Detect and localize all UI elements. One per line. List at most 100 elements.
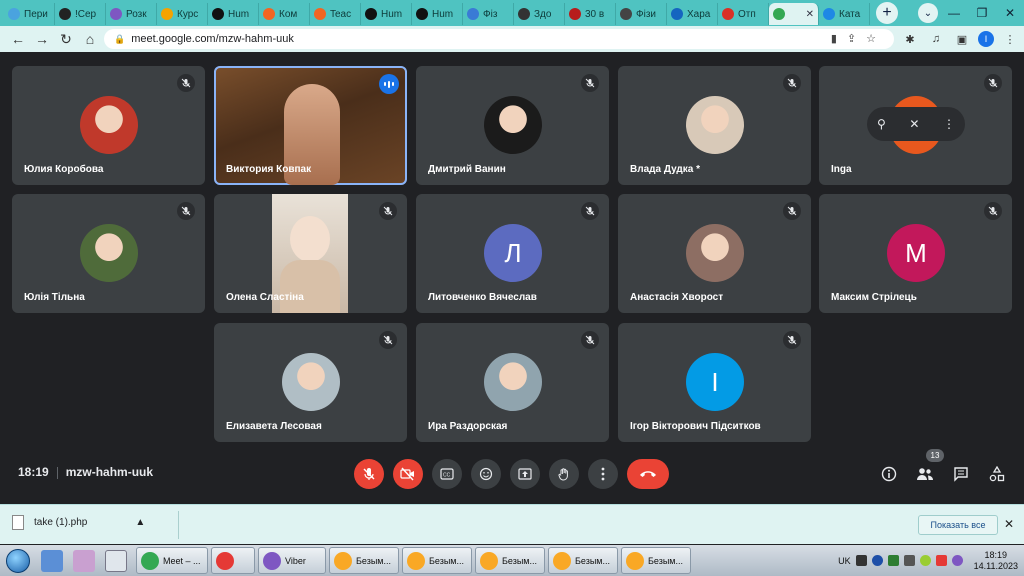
- participant-tile[interactable]: Дмитрий Ванин: [416, 66, 609, 185]
- mute-participant-icon[interactable]: ✕: [909, 117, 919, 131]
- side-panel-icon[interactable]: ▣: [952, 29, 972, 49]
- network-icon[interactable]: [919, 555, 931, 566]
- browser-tab[interactable]: Фізи: [616, 3, 667, 25]
- browser-tab[interactable]: 30 в: [565, 3, 616, 25]
- participant-tile[interactable]: Л Литовченко Вячеслав: [416, 194, 609, 313]
- camera-icon[interactable]: ▮: [831, 32, 837, 45]
- chat-button[interactable]: [949, 462, 973, 486]
- browser-tab[interactable]: ✕: [769, 3, 819, 25]
- browser-tab[interactable]: Teac: [310, 3, 361, 25]
- participant-tile[interactable]: Юлия Коробова: [12, 66, 205, 185]
- taskbar-app-button[interactable]: Безым...: [402, 547, 472, 574]
- participant-tile[interactable]: М Максим Стрілець: [819, 194, 1012, 313]
- reload-button[interactable]: ↻: [54, 27, 78, 51]
- language-indicator[interactable]: UK: [838, 556, 851, 566]
- taskbar-app-button[interactable]: Безым...: [548, 547, 618, 574]
- profile-avatar[interactable]: I: [978, 31, 994, 47]
- taskbar-app-button[interactable]: Meet – ...: [136, 547, 208, 574]
- participant-count-badge: 13: [926, 449, 944, 462]
- bookmark-star-icon[interactable]: ☆: [866, 32, 876, 45]
- forward-button[interactable]: →: [30, 27, 54, 51]
- chrome-menu-icon[interactable]: ⋮: [1000, 29, 1020, 49]
- present-button[interactable]: [510, 459, 540, 489]
- pin-icon[interactable]: ⚲: [877, 117, 886, 131]
- browser-tab[interactable]: Пери: [4, 3, 55, 25]
- volume-icon[interactable]: [903, 555, 915, 566]
- participant-name: Юлия Коробова: [24, 164, 104, 175]
- more-options-button[interactable]: [588, 459, 618, 489]
- address-bar[interactable]: 🔒 meet.google.com/mzw-hahm-uuk ▮ ⇪ ☆: [104, 29, 894, 49]
- paint-icon[interactable]: [73, 549, 95, 572]
- camera-button[interactable]: [393, 459, 423, 489]
- chevron-up-icon[interactable]: ▲: [135, 517, 145, 528]
- close-tab-icon[interactable]: ✕: [806, 9, 814, 20]
- new-tab-button[interactable]: +: [876, 2, 898, 24]
- browser-tab[interactable]: Hum: [361, 3, 412, 25]
- participant-tile[interactable]: Олена Сластіна: [214, 194, 407, 313]
- browser-tab[interactable]: Курс: [157, 3, 208, 25]
- extensions-icon[interactable]: ✱: [900, 29, 920, 49]
- browser-tab[interactable]: !Сер: [55, 3, 106, 25]
- present-screen-icon: [518, 468, 532, 480]
- participant-tile[interactable]: І Ігор Вікторович Підситков: [618, 323, 811, 442]
- tab-favicon-icon: [467, 8, 479, 20]
- people-button[interactable]: [913, 462, 937, 486]
- back-button[interactable]: ←: [6, 27, 30, 51]
- participant-tile[interactable]: Ира Раздорская: [416, 323, 609, 442]
- media-control-icon[interactable]: ♫: [926, 29, 946, 49]
- browser-tab[interactable]: Hum: [412, 3, 463, 25]
- share-icon[interactable]: ⇪: [847, 32, 856, 45]
- raise-hand-button[interactable]: [549, 459, 579, 489]
- leave-call-button[interactable]: [627, 459, 669, 489]
- microphone-button[interactable]: [354, 459, 384, 489]
- captions-button[interactable]: CC: [432, 459, 462, 489]
- taskbar-app-button[interactable]: Viber: [258, 547, 326, 574]
- help-icon[interactable]: [871, 555, 883, 566]
- taskbar-app-button[interactable]: [211, 547, 255, 574]
- participant-tile[interactable]: Елизавета Лесовая: [214, 323, 407, 442]
- close-downloads-icon[interactable]: ✕: [1004, 517, 1014, 531]
- participant-tile[interactable]: Влада Дудка *: [618, 66, 811, 185]
- browser-tab[interactable]: Фіз: [463, 3, 514, 25]
- explorer-icon[interactable]: [41, 549, 63, 572]
- participant-tile[interactable]: Виктория Ковпак: [214, 66, 407, 185]
- taskbar-app-label: Безым...: [429, 555, 464, 566]
- calculator-icon[interactable]: [105, 549, 127, 572]
- activities-button[interactable]: [985, 462, 1009, 486]
- viber-tray-icon[interactable]: [951, 555, 963, 566]
- browser-tab[interactable]: Hum: [208, 3, 259, 25]
- system-clock[interactable]: 18:19 14.11.2023: [974, 550, 1018, 572]
- show-all-downloads-button[interactable]: Показать все: [918, 515, 998, 535]
- participant-tile[interactable]: Анастасія Хворост: [618, 194, 811, 313]
- antivirus-icon[interactable]: [935, 555, 947, 566]
- close-window-button[interactable]: ✕: [996, 0, 1024, 26]
- participant-tile[interactable]: Юлія Тільна: [12, 194, 205, 313]
- browser-tab[interactable]: Отп: [718, 3, 769, 25]
- speaking-indicator-icon: [379, 74, 399, 94]
- avatar-initial: Л: [504, 237, 522, 268]
- browser-tab[interactable]: Ком: [259, 3, 310, 25]
- browser-tab[interactable]: Хара: [667, 3, 718, 25]
- tab-favicon-icon: [314, 8, 326, 20]
- app-icon: [334, 551, 352, 570]
- downloads-bar: take (1).php ▲ Показать все ✕: [0, 504, 1024, 544]
- meeting-details-button[interactable]: [877, 462, 901, 486]
- download-item[interactable]: take (1).php ▲: [12, 515, 145, 530]
- taskbar-app-button[interactable]: Безым...: [329, 547, 399, 574]
- participant-tile[interactable]: ⚲ ✕ ⋮ Inga: [819, 66, 1012, 185]
- more-vert-icon[interactable]: ⋮: [943, 117, 955, 131]
- maximize-button[interactable]: ❐: [968, 0, 996, 26]
- taskbar-app-button[interactable]: Безым...: [621, 547, 691, 574]
- keyboard-icon[interactable]: [855, 555, 867, 566]
- taskbar-app-button[interactable]: Безым...: [475, 547, 545, 574]
- app-tray-icon[interactable]: [887, 555, 899, 566]
- start-button[interactable]: [0, 545, 36, 576]
- browser-tab[interactable]: Здо: [514, 3, 565, 25]
- reactions-button[interactable]: [471, 459, 501, 489]
- browser-tab[interactable]: Ката: [819, 3, 870, 25]
- home-button[interactable]: ⌂: [78, 27, 102, 51]
- browser-tab[interactable]: Розк: [106, 3, 157, 25]
- windows-orb-icon: [6, 548, 30, 573]
- tab-search-button[interactable]: ⌄: [918, 3, 938, 23]
- minimize-button[interactable]: —: [940, 0, 968, 26]
